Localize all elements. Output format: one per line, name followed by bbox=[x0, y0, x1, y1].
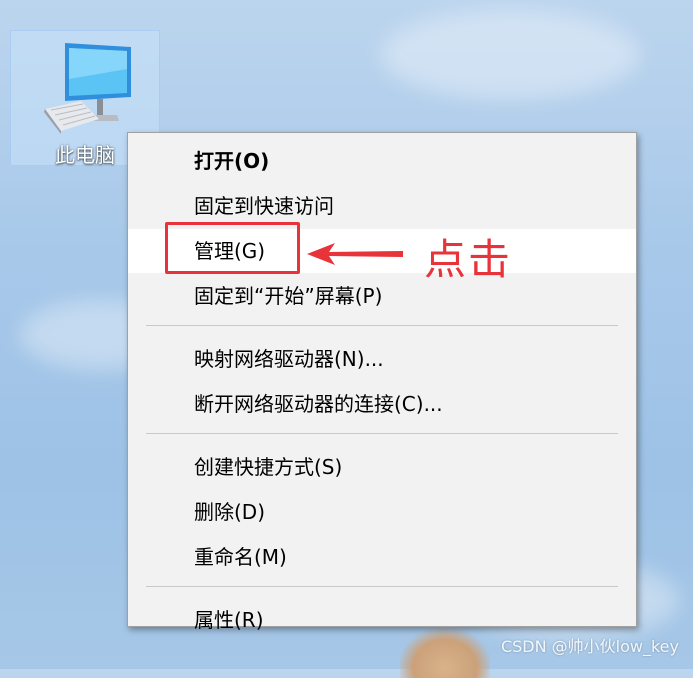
menu-item[interactable]: 断开网络驱动器的连接(C)... bbox=[128, 382, 636, 426]
arrow-left-icon bbox=[307, 243, 403, 265]
menu-item[interactable]: 固定到“开始”屏幕(P) bbox=[128, 274, 636, 318]
annotation-label: 点击 bbox=[424, 235, 513, 284]
menu-item[interactable]: 映射网络驱动器(N)... bbox=[128, 337, 636, 381]
watermark: CSDN @帅小伙low_key bbox=[500, 637, 679, 656]
menu-item[interactable]: 创建快捷方式(S) bbox=[128, 445, 636, 489]
highlight-box bbox=[165, 222, 300, 274]
menu-item[interactable]: 重命名(M) bbox=[128, 535, 636, 579]
background-cloud bbox=[380, 10, 640, 100]
menu-item[interactable]: 删除(D) bbox=[128, 490, 636, 534]
menu-separator bbox=[146, 586, 618, 587]
computer-icon bbox=[44, 43, 131, 134]
menu-item[interactable]: 打开(O) bbox=[128, 139, 636, 183]
context-menu: 打开(O) 固定到快速访问 管理(G) 固定到“开始”屏幕(P) 映射网络驱动器(N).… bbox=[127, 132, 637, 632]
menu-separator bbox=[146, 325, 618, 326]
menu-separator bbox=[146, 433, 618, 434]
